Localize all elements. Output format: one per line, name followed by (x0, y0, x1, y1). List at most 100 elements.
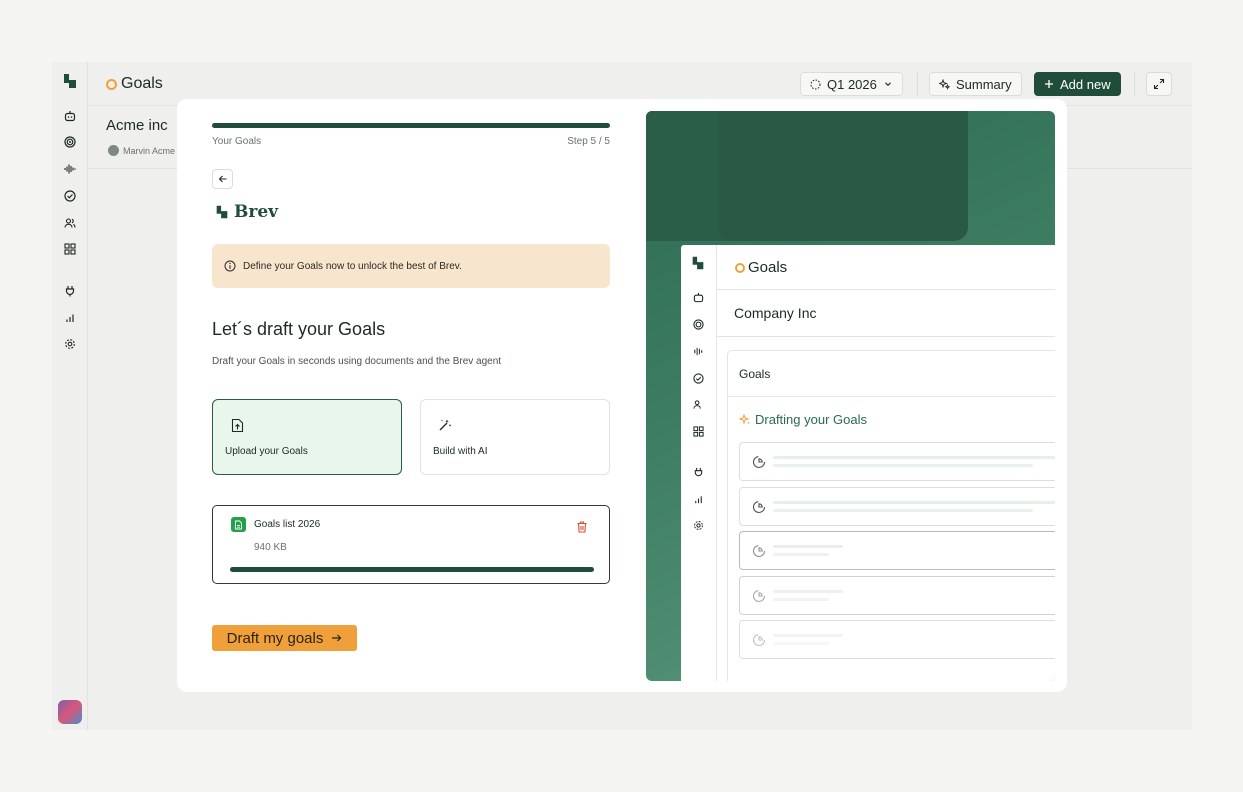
arrow-left-icon (218, 175, 226, 183)
skeleton-bar (773, 589, 843, 593)
plug-icon[interactable] (62, 283, 78, 299)
target-icon (692, 318, 705, 331)
preview-sidebar (681, 245, 717, 681)
preview-panel: Goals Company Inc Goals Drafting your Go… (646, 111, 1055, 681)
skeleton-bar (773, 500, 1055, 504)
owner-name: Marvin Acme (123, 145, 176, 156)
skeleton-bar (773, 553, 829, 556)
preview-org-name: Company Inc (734, 305, 817, 321)
brand: Brev (214, 202, 278, 222)
divider (728, 396, 1055, 397)
progress-goal-icon (752, 455, 766, 469)
owner-avatar (108, 145, 119, 156)
skeleton-bar (773, 456, 1055, 459)
waveform-icon[interactable] (62, 161, 78, 177)
skeleton-row (739, 486, 1055, 526)
file-upload-icon (225, 415, 249, 435)
upload-goals-option[interactable]: Upload your Goals (212, 399, 402, 475)
file-name: Goals list 2026 (254, 519, 321, 530)
progress-goal-icon (752, 544, 766, 558)
notice-text: Define your Goals now to unlock the best… (243, 260, 462, 272)
org-name: Acme inc (106, 117, 168, 134)
plug-icon (692, 466, 705, 479)
upload-progress-bar (230, 567, 594, 572)
skeleton-bar (773, 508, 1033, 512)
sparkle-icon (939, 78, 950, 90)
back-button[interactable] (212, 169, 233, 189)
progress-goal-icon (752, 589, 766, 602)
skeleton-bar (773, 634, 843, 637)
check-circle-icon[interactable] (62, 188, 78, 204)
progress-goal-icon (752, 500, 766, 513)
toolbar-divider (1134, 72, 1135, 96)
check-circle-icon (692, 372, 705, 385)
app-sidebar (52, 62, 88, 730)
goals-icon (106, 78, 117, 90)
onboarding-modal: Your Goals Step 5 / 5 Brev Define your G… (177, 99, 1067, 692)
skeleton-bar (773, 597, 829, 601)
users-icon[interactable] (62, 215, 78, 231)
step-progress-fill (212, 123, 610, 128)
step-count: Step 5 / 5 (567, 136, 610, 147)
grid-icon[interactable] (62, 241, 78, 257)
chevron-down-icon (884, 82, 891, 87)
preview-goals-panel: Goals Drafting your Goals (727, 350, 1055, 681)
progress-circle-icon (810, 79, 821, 89)
trash-icon[interactable] (575, 520, 589, 534)
bar-chart-icon[interactable] (62, 310, 78, 326)
toolbar-divider (917, 72, 918, 96)
settings-icon (692, 519, 705, 532)
period-label: Q1 2026 (827, 76, 877, 92)
summary-label: Summary (956, 76, 1012, 92)
build-with-ai-option[interactable]: Build with AI (420, 399, 610, 475)
page-title: Goals (106, 75, 163, 93)
modal-heading: Let´s draft your Goals (212, 319, 386, 339)
option-label: Upload your Goals (225, 446, 308, 457)
brev-logo-icon (692, 256, 704, 270)
brev-logo-icon (64, 74, 76, 88)
skeleton-row (739, 620, 1055, 659)
skeleton-row (739, 575, 1055, 615)
uploaded-file-card: Goals list 2026 940 KB (212, 505, 610, 584)
preview-panel-title: Goals (739, 367, 771, 381)
add-new-label: Add new (1060, 76, 1111, 92)
add-new-button[interactable]: Add new (1034, 72, 1121, 96)
bar-chart-icon (692, 493, 705, 506)
draft-goals-button[interactable]: Draft my goals (212, 625, 357, 651)
settings-icon[interactable] (62, 336, 78, 352)
expand-icon (1153, 78, 1165, 90)
owner: Marvin Acme (108, 145, 175, 156)
drafting-status: Drafting your Goals (739, 412, 867, 427)
drafting-label: Drafting your Goals (755, 412, 867, 427)
preview-app-window: Goals Company Inc Goals Drafting your Go… (681, 245, 1055, 681)
grid-icon (692, 425, 705, 438)
waveform-icon (692, 345, 705, 358)
info-notice: Define your Goals now to unlock the best… (212, 244, 610, 288)
skeleton-row (739, 442, 1055, 481)
skeleton-bar (773, 642, 829, 645)
upload-progress-fill (230, 567, 594, 572)
divider (717, 336, 1055, 337)
option-label: Build with AI (433, 446, 488, 457)
magic-wand-icon (433, 415, 457, 435)
modal-subheading: Draft your Goals in seconds using docume… (212, 356, 502, 367)
period-select[interactable]: Q1 2026 (800, 72, 903, 96)
page-title-text: Goals (121, 75, 163, 92)
brev-logo-icon (216, 205, 228, 219)
skeleton-row (739, 531, 1055, 570)
arrow-right-icon (332, 634, 342, 642)
file-size: 940 KB (254, 542, 287, 553)
preview-title: Goals (735, 259, 787, 276)
skeleton-bar (773, 545, 843, 548)
target-icon[interactable] (62, 134, 78, 150)
progress-goal-icon (752, 633, 766, 647)
expand-button[interactable] (1146, 72, 1172, 96)
sparkle-icon (739, 413, 750, 425)
summary-button[interactable]: Summary (929, 72, 1022, 96)
user-avatar[interactable] (58, 700, 82, 724)
plus-icon (1045, 80, 1053, 88)
skeleton-bar (773, 464, 1033, 467)
preview-title-text: Goals (748, 259, 788, 276)
brand-name: Brev (234, 202, 279, 222)
bot-icon[interactable] (62, 108, 78, 124)
